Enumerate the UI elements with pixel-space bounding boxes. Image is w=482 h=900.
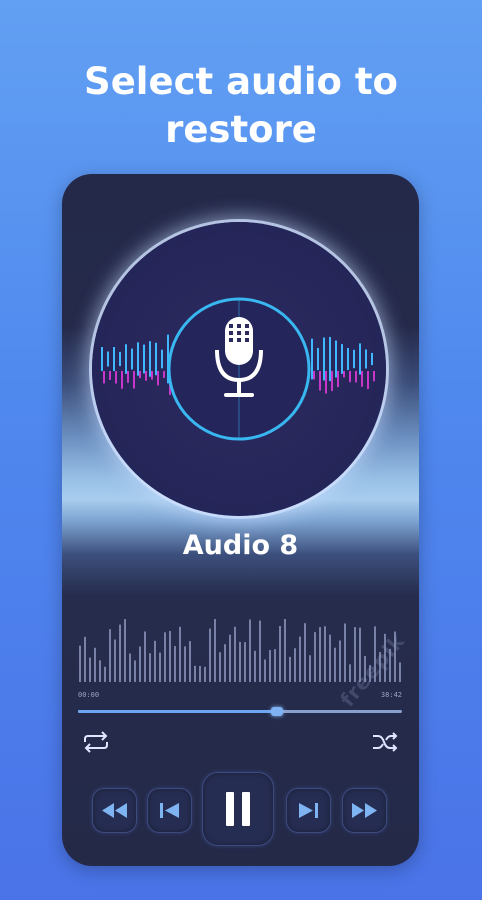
rewind-button[interactable] <box>92 788 137 833</box>
seek-bar-thumb[interactable] <box>271 707 284 716</box>
fast-forward-icon <box>352 803 377 818</box>
headline-line-1: Select audio to <box>84 60 398 103</box>
rewind-icon <box>102 803 127 818</box>
pause-button[interactable] <box>202 772 274 846</box>
sound-wave-art <box>101 297 375 441</box>
previous-button[interactable] <box>147 788 192 833</box>
total-time: 38:42 <box>380 691 402 699</box>
pause-icon <box>226 792 250 826</box>
player-card: Audio 8 freepik 00:00 38:42 <box>62 174 419 866</box>
next-button[interactable] <box>286 788 331 833</box>
album-art-disc <box>92 222 386 516</box>
headline-line-2: restore <box>165 108 317 151</box>
skip-next-icon <box>299 803 318 818</box>
skip-previous-icon <box>160 803 179 818</box>
fast-forward-button[interactable] <box>342 788 387 833</box>
elapsed-time: 00:00 <box>78 691 100 699</box>
page-headline: Select audio to restore <box>0 58 482 154</box>
repeat-icon[interactable] <box>80 730 112 754</box>
seek-bar[interactable] <box>78 707 402 716</box>
track-title: Audio 8 <box>182 530 299 561</box>
shuffle-icon[interactable] <box>371 730 399 754</box>
seek-bar-progress <box>78 710 278 713</box>
